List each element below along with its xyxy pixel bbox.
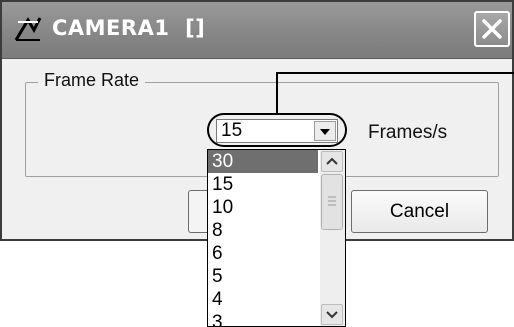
list-item[interactable]: 4 — [208, 288, 318, 311]
frame-rate-field[interactable]: 15 — [216, 119, 338, 143]
scroll-up-icon — [326, 157, 338, 165]
frame-rate-combobox[interactable]: 15 — [207, 113, 347, 147]
frame-rate-selected-value: 15 — [221, 120, 243, 141]
cancel-button[interactable]: Cancel — [351, 190, 488, 233]
scroll-down-button[interactable] — [321, 304, 343, 325]
callout-line — [276, 72, 514, 113]
list-item[interactable]: 30 — [208, 150, 318, 173]
list-item[interactable]: 6 — [208, 242, 318, 265]
dropdown-toggle-button[interactable] — [314, 121, 336, 141]
scroll-up-button[interactable] — [321, 151, 343, 172]
chevron-down-icon — [320, 129, 330, 135]
dropdown-scrollbar[interactable] — [320, 150, 345, 326]
frame-rate-dropdown-list[interactable]: 30 15 10 8 6 5 4 3 — [207, 149, 346, 327]
list-item[interactable]: 15 — [208, 173, 318, 196]
scroll-thumb[interactable] — [321, 174, 343, 230]
scroll-down-icon — [326, 311, 338, 319]
grip-icon — [328, 196, 336, 206]
list-item[interactable]: 5 — [208, 265, 318, 288]
list-item[interactable]: 3 — [208, 311, 318, 326]
list-item[interactable]: 10 — [208, 196, 318, 219]
list-item[interactable]: 8 — [208, 219, 318, 242]
